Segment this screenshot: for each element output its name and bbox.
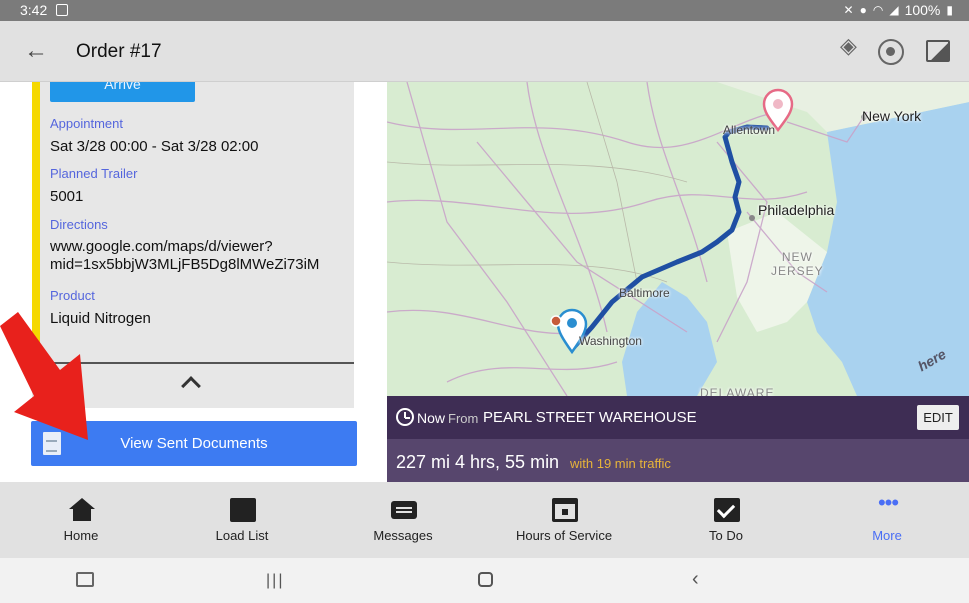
nav-messages[interactable]: Messages <box>323 482 483 558</box>
map-label-washington: Washington <box>579 334 642 348</box>
box-icon <box>230 498 256 522</box>
recent-apps-icon[interactable]: ||| <box>266 572 284 590</box>
nav-load-list[interactable]: Load List <box>162 482 322 558</box>
planned-trailer-value: 5001 <box>50 188 84 205</box>
directions-link[interactable]: www.google.com/maps/d/viewer? mid=1sx5bb… <box>50 238 319 274</box>
route-distance-time: 227 mi 4 hrs, 55 min <box>396 452 560 472</box>
nav-more-label: More <box>872 528 902 543</box>
photo-notification-icon <box>56 4 68 16</box>
status-time: 3:42 <box>20 2 48 18</box>
chevron-up-icon <box>181 376 201 396</box>
mute-icon: ✕ <box>843 3 854 17</box>
red-arrow-annotation <box>0 312 88 440</box>
nav-hours-of-service-label: Hours of Service <box>515 528 613 543</box>
home-icon <box>69 498 95 509</box>
target-icon[interactable] <box>878 39 904 65</box>
wifi-icon: ◠ <box>872 3 884 17</box>
nav-more[interactable]: ••• More <box>807 482 967 558</box>
map-label-delaware: DELAWARE <box>700 386 775 396</box>
route-map[interactable]: Allentown New York Philadelphia NEW JERS… <box>387 82 969 396</box>
image-icon[interactable] <box>926 40 950 62</box>
clock-icon <box>396 408 414 426</box>
status-icons: ✕ ● ◠ ◢ 100% ▮ <box>844 2 953 18</box>
map-label-allentown: Allentown <box>723 123 776 137</box>
map-label-philadelphia: Philadelphia <box>758 202 835 218</box>
product-label: Product <box>50 288 95 303</box>
home-icon-body <box>73 509 91 521</box>
route-from-label: From <box>448 411 479 426</box>
nav-to-do[interactable]: To Do <box>646 482 806 558</box>
app-bar: ← Order #17 ◈ <box>0 21 969 82</box>
status-bar: 3:42 ✕ ● ◠ ◢ 100% ▮ <box>0 0 969 21</box>
keyboard-icon[interactable] <box>76 572 94 587</box>
map-label-new-york: New York <box>862 108 922 124</box>
battery-percent: 100% <box>904 2 941 18</box>
route-departure-time: Now <box>417 410 446 426</box>
route-summary-bar: 227 mi 4 hrs, 55 min with 19 min traffic <box>387 439 969 482</box>
system-back-icon[interactable]: ‹ <box>692 568 699 591</box>
nav-messages-label: Messages <box>373 528 433 543</box>
checkbox-icon <box>714 498 740 522</box>
map-label-new-jersey: NEW JERSEY <box>771 250 824 278</box>
edit-route-button[interactable]: EDIT <box>917 405 959 430</box>
directions-label: Directions <box>50 217 108 232</box>
map-canvas <box>387 82 969 396</box>
appointment-label: Appointment <box>50 116 123 131</box>
nav-hours-of-service[interactable]: Hours of Service <box>484 482 644 558</box>
appointment-value: Sat 3/28 00:00 - Sat 3/28 02:00 <box>50 138 259 155</box>
nav-to-do-label: To Do <box>709 528 743 543</box>
system-navigation-bar: ||| ‹ <box>0 558 969 603</box>
nav-home[interactable]: Home <box>1 482 161 558</box>
view-sent-documents-label: View Sent Documents <box>120 435 268 452</box>
signal-icon: ◢ <box>889 3 899 17</box>
message-icon <box>391 501 417 519</box>
battery-icon: ▮ <box>946 3 953 17</box>
nav-home-label: Home <box>63 528 99 543</box>
layers-icon[interactable]: ◈ <box>840 33 857 59</box>
route-traffic-delay: with 19 min traffic <box>570 456 671 471</box>
location-icon: ● <box>859 3 867 17</box>
arrive-button[interactable]: Arrive <box>50 82 195 102</box>
calendar-icon <box>552 498 578 522</box>
system-home-icon[interactable] <box>478 572 493 587</box>
more-dots-icon: ••• <box>877 490 899 515</box>
route-origin-bar: Now From PEARL STREET WAREHOUSE EDIT <box>387 396 969 439</box>
map-label-baltimore: Baltimore <box>619 286 670 300</box>
nav-load-list-label: Load List <box>215 528 269 543</box>
planned-trailer-label: Planned Trailer <box>50 166 138 181</box>
page-title: Order #17 <box>76 41 162 62</box>
bottom-navigation: Home Load List Messages Hours of Service… <box>0 482 969 558</box>
back-arrow-icon[interactable]: ← <box>24 37 48 65</box>
route-origin-name: PEARL STREET WAREHOUSE <box>483 409 697 426</box>
